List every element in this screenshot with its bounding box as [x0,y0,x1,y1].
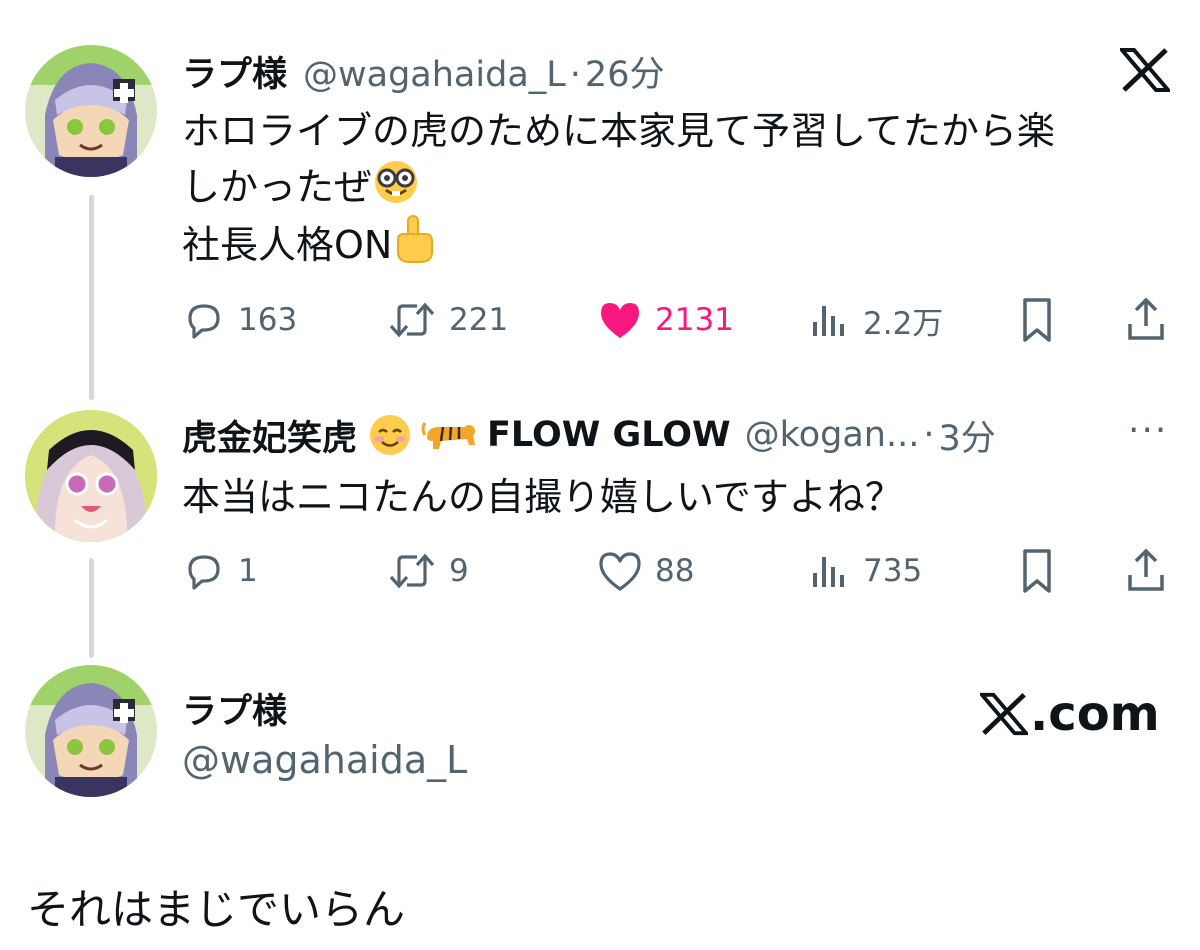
tweet2-retweet-button[interactable]: 9 [387,546,469,596]
tweet1-views-button[interactable]: 2.2万 [807,295,943,345]
tweet1-text-line1: ホロライブの虎のために本家見て予習してたから楽 [182,109,1055,153]
tweet2-views-button[interactable]: 735 [807,546,922,596]
tweet1-text-line2: しかったぜ [182,165,373,209]
tweet1-author-handle[interactable]: @wagahaida_L [303,55,566,95]
tiger-emoji-icon [421,422,476,449]
heart-icon [599,552,641,591]
heart-icon [601,303,639,338]
share-icon [1128,297,1164,340]
tweet1-timestamp[interactable]: 26分 [585,46,665,97]
bookmark-icon [1023,549,1051,593]
tweet1-text-line2-wrap: しかったぜ [182,158,1055,214]
tweet1-retweet-button[interactable]: 221 [387,295,508,345]
retweet-icon [389,553,435,589]
retweet-icon [389,302,435,338]
tweet2-share-button[interactable] [1124,546,1168,596]
tweet1-reply-button[interactable]: 163 [182,295,297,345]
avatar-image [25,410,157,542]
tweet2-author-name-suffix[interactable]: FLOW GLOW [487,415,731,455]
tweet1-author-name[interactable]: ラプ様 [182,46,287,97]
bookmark-icon [1023,298,1051,342]
tweet1-bookmark-button[interactable] [1015,295,1059,345]
tweet2-action-bar: 1 9 88 735 [182,546,1172,596]
avatar-laplus-card[interactable] [25,665,157,797]
views-icon [813,306,844,336]
tweet1-like-count: 2131 [655,302,734,338]
tweet2-bookmark-button[interactable] [1015,546,1059,596]
tweet2-like-count: 88 [655,553,695,589]
smiling-face-emoji-icon [370,415,411,455]
tweet2-separator: · [923,415,935,455]
views-icon [813,557,844,587]
tweet1-text: ホロライブの虎のために本家見て予習してたから楽 しかったぜ 社長人格ON [182,104,1055,272]
tweet1-reply-count: 163 [238,302,298,338]
tweet2-reply-button[interactable]: 1 [182,546,258,596]
tweet1-action-bar: 163 221 2131 2.2万 [182,295,1172,345]
avatar-koganei[interactable] [25,410,157,542]
tweet2-timestamp[interactable]: 3分 [938,410,995,461]
more-options-icon[interactable]: ··· [1128,410,1168,451]
reply-icon [188,555,220,590]
reply-icon [188,304,220,339]
nerd-face-emoji-icon [375,161,418,203]
pointing-up-emoji-icon [397,215,434,263]
tweet1-header: ラプ様 @wagahaida_L · 26分 [182,46,664,97]
thread-line [89,558,94,658]
tweet1-view-count: 2.2万 [863,305,944,342]
avatar-image [25,665,157,797]
tweet2-view-count: 735 [863,553,923,589]
x-logo-icon[interactable] [1117,48,1173,96]
tweet1-share-button[interactable] [1124,295,1168,345]
tweet2-reply-count: 1 [238,553,258,589]
thread-line [89,195,94,400]
tweet1-text-line3-wrap: 社長人格ON [182,214,1055,272]
tweet1-separator: · [569,55,581,95]
share-icon [1128,548,1164,591]
x-com-text: .com [1030,686,1160,742]
tweet2-retweet-count: 9 [449,553,469,589]
tweet2-header: 虎金妃笑虎 FLOW GLOW @kogan... · 3分 [182,410,996,460]
tweet2-like-button[interactable]: 88 [597,546,694,596]
profile-card-name[interactable]: ラプ様 [182,683,287,734]
avatar-laplus[interactable] [25,45,157,177]
caption-text: それはまじでいらん [27,885,406,934]
tweet1-text-line3: 社長人格ON [182,223,393,267]
profile-card-handle[interactable]: @wagahaida_L [182,738,467,782]
avatar-image [25,45,157,177]
tweet2-text: 本当はニコたんの自撮り嬉しいですよね？ [182,475,903,519]
tweet1-retweet-count: 221 [449,302,509,338]
x-logo-icon [980,692,1028,736]
tweet2-author-name[interactable]: 虎金妃笑虎 [182,410,357,461]
tweet1-like-button[interactable]: 2131 [597,295,734,345]
tweet2-author-handle[interactable]: @kogan... [745,415,920,455]
x-com-brand[interactable]: .com [980,686,1160,742]
